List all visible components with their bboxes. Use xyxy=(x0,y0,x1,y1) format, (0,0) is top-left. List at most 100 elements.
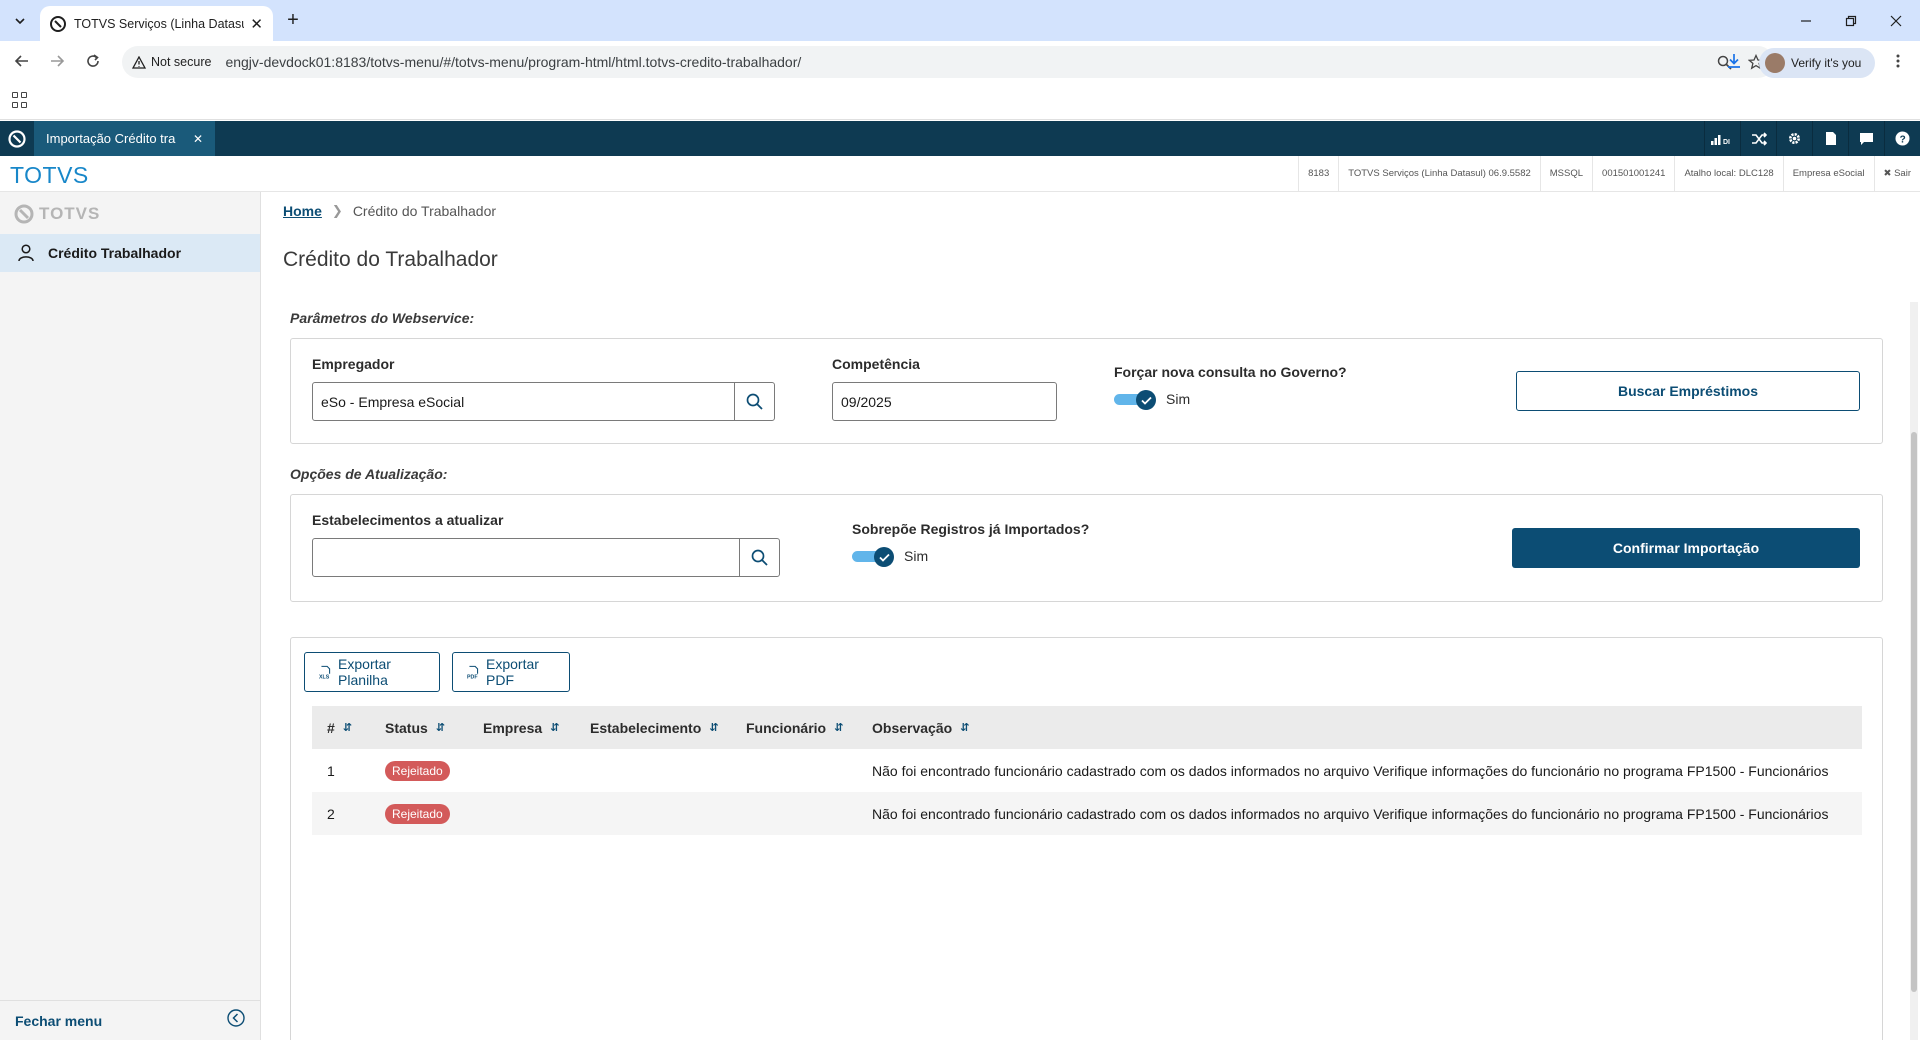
download-icon[interactable] xyxy=(1722,49,1746,73)
export-pdf-button[interactable]: PDF Exportar PDF xyxy=(452,652,570,692)
cell-observacao: Não foi encontrado funcionário cadastrad… xyxy=(872,762,1829,779)
breadcrumb-current: Crédito do Trabalhador xyxy=(352,203,497,219)
column-observacao[interactable]: Observação ⇵ xyxy=(872,706,1862,749)
establishments-search-icon[interactable] xyxy=(739,539,779,576)
employer-value: eSo - Empresa eSocial xyxy=(321,393,465,410)
minimize-icon[interactable] xyxy=(1792,9,1820,33)
competence-label: Competência xyxy=(832,356,920,372)
tab-search-icon[interactable] xyxy=(8,9,32,33)
column-empresa[interactable]: Empresa ⇵ xyxy=(483,706,590,749)
document-icon[interactable] xyxy=(1812,121,1848,156)
url-text[interactable]: engjv-devdock01:8183/totvs-menu/#/totvs-… xyxy=(225,54,1701,70)
table-header: # ⇵ Status ⇵ Empresa ⇵ Estabelecimento ⇵ Fun… xyxy=(312,706,1862,749)
help-icon[interactable]: ? xyxy=(1884,121,1920,156)
force-query-toggle[interactable] xyxy=(1114,390,1156,410)
new-tab-icon[interactable]: + xyxy=(282,10,304,32)
address-bar[interactable]: Not secure engjv-devdock01:8183/totvs-me… xyxy=(122,46,1774,78)
restore-icon[interactable] xyxy=(1837,9,1865,33)
profile-label: Verify it's you xyxy=(1791,56,1862,70)
check-icon xyxy=(878,553,890,562)
establishments-field[interactable] xyxy=(312,538,780,577)
not-secure-indicator[interactable]: Not secure xyxy=(132,55,211,69)
competence-field[interactable]: 09/2025 xyxy=(832,382,1057,421)
back-icon[interactable] xyxy=(10,49,34,73)
export-pdf-label: Exportar PDF xyxy=(486,656,539,688)
sort-icon[interactable]: ⇵ xyxy=(960,721,969,734)
info-shortcut: Atalho local: DLC128 xyxy=(1674,156,1782,191)
forward-icon[interactable] xyxy=(45,49,69,73)
session-info: 8183 TOTVS Serviços (Linha Datasul) 06.9… xyxy=(1298,156,1920,191)
not-secure-label: Not secure xyxy=(151,55,212,69)
signal-di-icon[interactable]: DI xyxy=(1704,121,1740,156)
sidebar-logo-text: TOTVS xyxy=(39,204,101,223)
shuffle-icon[interactable] xyxy=(1740,121,1776,156)
column-number[interactable]: # ⇵ xyxy=(312,706,385,749)
overwrite-value: Sim xyxy=(904,548,929,564)
results-table: # ⇵ Status ⇵ Empresa ⇵ Estabelecimento ⇵ Fun… xyxy=(312,706,1862,835)
update-section-label: Opções de Atualização: xyxy=(290,466,448,482)
employer-search-icon[interactable] xyxy=(734,383,774,420)
close-menu-link[interactable]: Fechar menu xyxy=(15,1013,102,1029)
info-port: 8183 xyxy=(1298,156,1338,191)
sidebar-item-label: Crédito Trabalhador xyxy=(48,245,182,261)
totvs-logo-icon[interactable] xyxy=(8,130,26,148)
column-status[interactable]: Status ⇵ xyxy=(385,706,483,749)
table-row[interactable]: 1 Rejeitado Não foi encontrado funcionár… xyxy=(312,749,1862,792)
cell-number: 1 xyxy=(327,762,335,779)
info-database: MSSQL xyxy=(1539,156,1592,191)
user-icon xyxy=(18,244,34,262)
cell-number: 2 xyxy=(327,805,335,822)
employer-field[interactable]: eSo - Empresa eSocial xyxy=(312,382,775,421)
sidebar-item-credito-trabalhador[interactable]: Crédito Trabalhador xyxy=(0,234,260,272)
sort-icon[interactable]: ⇵ xyxy=(834,721,843,734)
browser-menu-icon[interactable] xyxy=(1886,49,1910,73)
apps-grid-icon[interactable] xyxy=(12,92,28,108)
results-panel: XLS Exportar Planilha PDF Exportar PDF #… xyxy=(290,637,1883,1040)
sort-icon[interactable]: ⇵ xyxy=(550,721,559,734)
collapse-menu-icon[interactable] xyxy=(227,1009,245,1032)
browser-tab[interactable]: TOTVS Serviços (Linha Datasul) ✕ xyxy=(40,6,273,41)
reload-icon[interactable] xyxy=(81,49,105,73)
chevron-right-icon: ❯ xyxy=(331,203,343,218)
tab-close-icon[interactable]: ✕ xyxy=(250,15,263,33)
column-funcionario[interactable]: Funcionário ⇵ xyxy=(746,706,872,749)
force-query-label: Forçar nova consulta no Governo? xyxy=(1114,364,1347,380)
cell-status: Rejeitado xyxy=(385,760,483,781)
totvs-logo-icon xyxy=(14,204,34,224)
employer-label: Empregador xyxy=(312,356,395,372)
breadcrumb-home[interactable]: Home xyxy=(283,203,322,219)
gear-icon[interactable] xyxy=(1776,121,1812,156)
main-scrollbar[interactable] xyxy=(1910,302,1918,1040)
overwrite-label: Sobrepõe Registros já Importados? xyxy=(852,521,1090,537)
sort-icon[interactable]: ⇵ xyxy=(436,721,445,734)
sidebar-logo: TOTVS xyxy=(14,204,100,224)
svg-text:?: ? xyxy=(1900,135,1906,146)
xls-file-icon: XLS xyxy=(319,665,331,680)
profile-button[interactable]: Verify it's you xyxy=(1759,48,1875,78)
table-row[interactable]: 2 Rejeitado Não foi encontrado funcionár… xyxy=(312,792,1862,835)
logout-link[interactable]: ✖ Sair xyxy=(1873,156,1920,191)
search-loans-button[interactable]: Buscar Empréstimos xyxy=(1516,371,1860,411)
webservice-panel: Empregador eSo - Empresa eSocial Competê… xyxy=(290,338,1883,444)
sort-icon[interactable]: ⇵ xyxy=(709,721,718,734)
scrollbar-thumb[interactable] xyxy=(1911,432,1917,992)
check-icon xyxy=(1140,396,1152,405)
export-spreadsheet-label: Exportar Planilha xyxy=(338,656,391,688)
status-badge: Rejeitado xyxy=(385,760,450,781)
sort-icon[interactable]: ⇵ xyxy=(343,721,352,734)
program-tab[interactable]: Importação Crédito tra ✕ xyxy=(34,121,215,156)
overwrite-toggle[interactable] xyxy=(852,547,894,567)
close-window-icon[interactable] xyxy=(1882,9,1910,33)
app-header-bar: Importação Crédito tra ✕ DI ? xyxy=(0,121,1920,156)
chat-icon[interactable] xyxy=(1848,121,1884,156)
page-title: Crédito do Trabalhador xyxy=(283,248,498,271)
breadcrumb: Home ❯ Crédito do Trabalhador xyxy=(283,203,496,219)
export-spreadsheet-button[interactable]: XLS Exportar Planilha xyxy=(304,652,440,692)
program-tab-label: Importação Crédito tra xyxy=(46,131,176,146)
confirm-import-button[interactable]: Confirmar Importação xyxy=(1512,528,1860,568)
browser-toolbar: Not secure engjv-devdock01:8183/totvs-me… xyxy=(0,41,1920,81)
force-query-switch-row: Sim xyxy=(1114,390,1190,410)
update-panel: Estabelecimentos a atualizar Sobrepõe Re… xyxy=(290,494,1883,602)
program-tab-close-icon[interactable]: ✕ xyxy=(193,132,203,146)
column-estabelecimento[interactable]: Estabelecimento ⇵ xyxy=(590,706,746,749)
